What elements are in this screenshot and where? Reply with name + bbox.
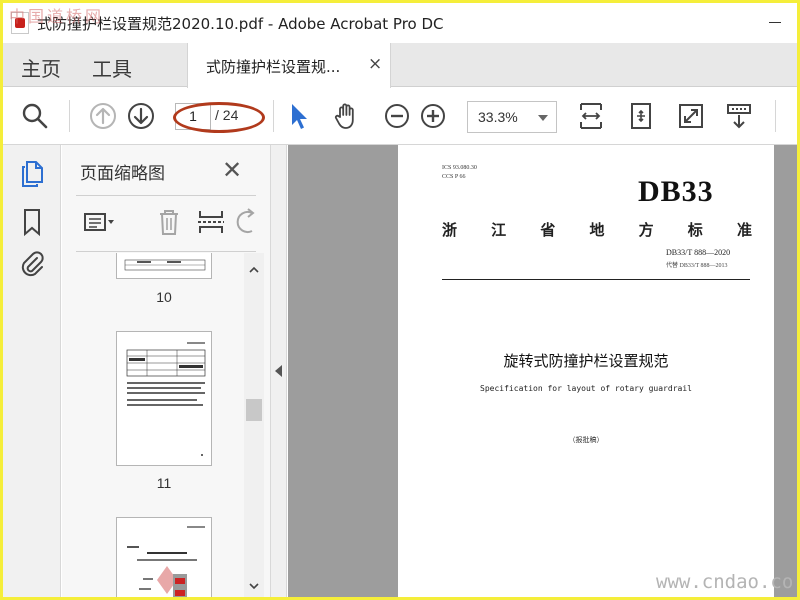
acrobat-window: 式防撞护栏设置规范2020.10.pdf - Adobe Acrobat Pro…	[3, 3, 797, 597]
fit-width-icon[interactable]	[575, 100, 607, 132]
page-thumbnail-10[interactable]	[116, 253, 212, 279]
pdf-page: ICS 93.080.30 CCS P 66 DB33 浙 江 省 地 方 标 …	[398, 145, 774, 597]
panel-divider	[76, 251, 256, 252]
thumbnail-options-icon[interactable]	[82, 205, 116, 239]
collapse-panel-icon[interactable]	[275, 365, 282, 377]
doc-ics: ICS 93.080.30	[442, 165, 477, 171]
page-thumbnail-11[interactable]	[116, 331, 212, 466]
doc-standard-char: 浙	[442, 221, 458, 239]
thumbnail-list: 10 11	[62, 253, 252, 597]
minimize-icon[interactable]	[769, 22, 781, 23]
insert-page-icon[interactable]	[194, 205, 228, 239]
doc-standard-heading: 浙 江 省 地 方 标 准	[442, 219, 752, 240]
zoom-in-icon[interactable]	[417, 100, 449, 132]
tab-document-label: 式防撞护栏设置规...	[206, 58, 341, 76]
navigation-rail	[3, 145, 61, 597]
bookmark-icon[interactable]	[17, 207, 47, 237]
delete-page-icon[interactable]	[152, 205, 186, 239]
scrollbar-thumb[interactable]	[246, 399, 262, 421]
rotate-view-icon[interactable]	[625, 100, 657, 132]
zoom-out-icon[interactable]	[381, 100, 413, 132]
watermark-top-left: 中国道桥网	[9, 7, 105, 26]
doc-db-code: DB33	[638, 175, 714, 208]
toolbar-separator	[69, 100, 70, 132]
scroll-up-icon[interactable]	[248, 261, 260, 273]
title-bar: 式防撞护栏设置规范2020.10.pdf - Adobe Acrobat Pro…	[3, 3, 797, 43]
rotate-page-icon[interactable]	[232, 205, 266, 239]
doc-draft-label: （报批稿）	[568, 436, 604, 444]
doc-standard-char: 省	[540, 221, 556, 239]
thumbnail-scrollbar[interactable]	[244, 253, 264, 597]
attachment-icon[interactable]	[17, 249, 47, 279]
watermark-bottom-right: www.cndao.co	[656, 571, 794, 593]
page-thumbnails-icon[interactable]	[17, 159, 47, 189]
toolbar-separator	[273, 100, 274, 132]
page-thumbnails-panel: 页面缩略图 ✕ 10 11	[62, 145, 271, 597]
annotation-oval	[173, 102, 265, 133]
doc-subtitle: Specification for layout of rotary guard…	[480, 384, 692, 393]
tab-home[interactable]: 主页	[21, 53, 61, 82]
zoom-value: 33.3%	[478, 109, 518, 125]
zoom-dropdown[interactable]: 33.3%	[467, 101, 557, 133]
toolbar: 1 / 24 33.3%	[3, 88, 797, 145]
document-view[interactable]: ICS 93.080.30 CCS P 66 DB33 浙 江 省 地 方 标 …	[288, 145, 797, 597]
thumbnail-page-number: 10	[156, 289, 172, 305]
panel-splitter[interactable]	[271, 145, 287, 597]
tab-document[interactable]: 式防撞护栏设置规... ×	[187, 43, 391, 88]
previous-page-icon[interactable]	[87, 100, 119, 132]
doc-title: 旋转式防撞护栏设置规范	[503, 352, 669, 370]
panel-divider	[76, 195, 256, 196]
doc-standard-char: 地	[589, 221, 605, 239]
doc-standard-code: DB33/T 888—2020	[666, 248, 731, 257]
panel-title: 页面缩略图	[80, 164, 165, 184]
full-screen-icon[interactable]	[675, 100, 707, 132]
chevron-down-icon	[538, 115, 548, 121]
doc-standard-char: 准	[736, 221, 752, 239]
doc-replaces: 代替 DB33/T 888—2013	[666, 263, 728, 269]
search-icon[interactable]	[19, 100, 51, 132]
tab-tools[interactable]: 工具	[92, 53, 132, 82]
read-mode-icon[interactable]	[723, 100, 755, 132]
tab-close-icon[interactable]: ×	[368, 54, 382, 74]
hand-tool-icon[interactable]	[331, 100, 363, 132]
tab-row: 主页 工具 式防撞护栏设置规... ×	[3, 43, 797, 88]
doc-ccs: CCS P 66	[442, 174, 466, 180]
toolbar-separator	[775, 100, 776, 132]
doc-rule	[442, 279, 750, 280]
thumbnail-page-number: 11	[156, 475, 172, 491]
doc-standard-char: 方	[638, 221, 654, 239]
next-page-icon[interactable]	[125, 100, 157, 132]
doc-standard-char: 江	[491, 221, 507, 239]
panel-close-icon[interactable]: ✕	[222, 156, 242, 184]
select-cursor-icon[interactable]	[283, 100, 315, 132]
doc-standard-char: 标	[687, 221, 703, 239]
page-thumbnail-12[interactable]	[116, 517, 212, 597]
scroll-down-icon[interactable]	[248, 577, 260, 590]
